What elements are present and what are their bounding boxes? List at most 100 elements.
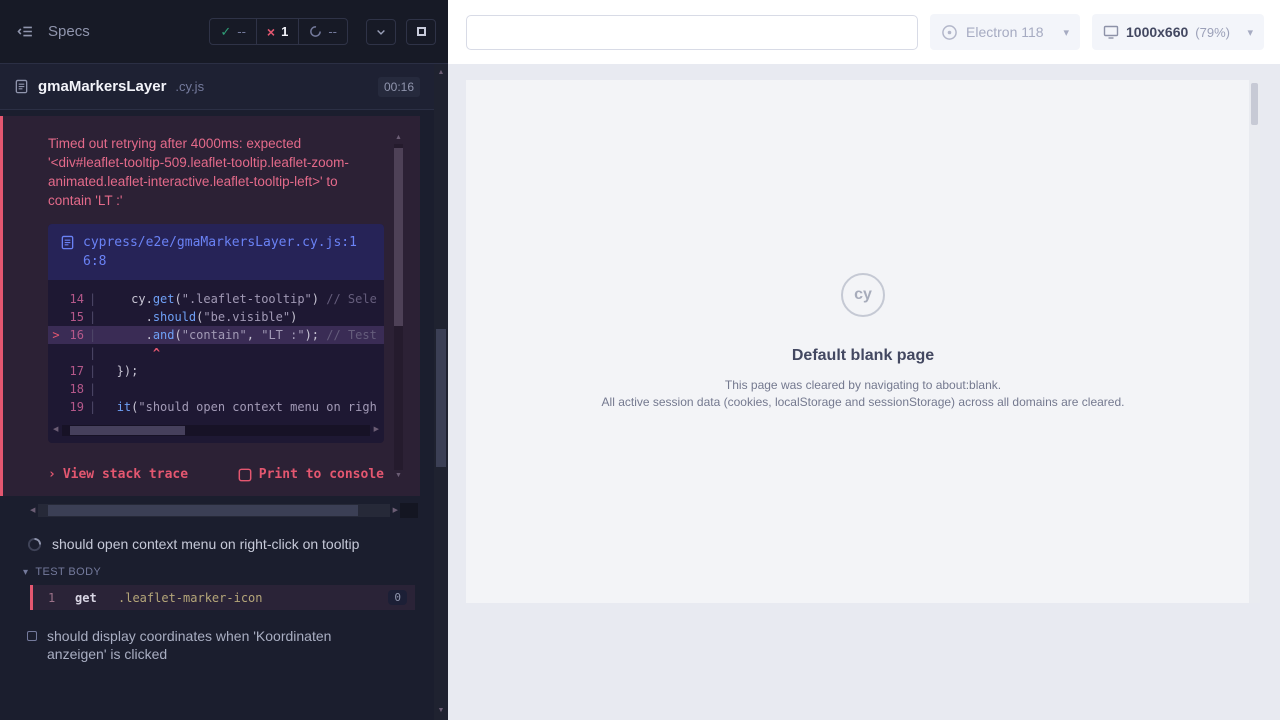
scrollbar-thumb[interactable]: [1251, 83, 1258, 125]
test-body-toggle[interactable]: ▾ TEST BODY: [0, 563, 434, 583]
passed-count: --: [237, 24, 246, 39]
chevron-down-icon: ▾: [1247, 26, 1253, 39]
browser-selector[interactable]: Electron 118 ▾: [930, 14, 1080, 50]
scrollbar-thumb[interactable]: [48, 505, 357, 516]
scroll-down-icon[interactable]: ▼: [395, 470, 402, 482]
test-stats: ✓ -- × 1 --: [209, 18, 348, 45]
scroll-up-icon[interactable]: ▲: [395, 132, 402, 144]
pending-icon: [309, 25, 322, 38]
viewport-size: 1000x660: [1126, 24, 1188, 40]
chevron-down-icon: [375, 26, 387, 38]
collapse-tests-button[interactable]: [366, 19, 396, 45]
scrollbar-track[interactable]: [394, 144, 403, 470]
reporter-header: Specs ✓ -- × 1 --: [0, 0, 448, 64]
code-frame-file-link[interactable]: cypress/e2e/gmaMarkersLayer.cy.js:16:8: [83, 233, 372, 271]
scrollbar-track[interactable]: [434, 79, 448, 705]
scroll-left-icon[interactable]: ◀: [53, 424, 58, 436]
command-log-entry[interactable]: 1 get .leaflet-marker-icon 0: [30, 585, 415, 610]
fail-icon: ×: [267, 24, 275, 40]
reporter-body: Timed out retrying after 4000ms: expecte…: [0, 116, 434, 673]
electron-browser-icon: [941, 24, 958, 41]
test-title: should display coordinates when 'Koordin…: [47, 627, 387, 663]
scroll-left-icon[interactable]: ◀: [30, 505, 35, 517]
spec-extension: .cy.js: [175, 79, 204, 94]
command-method: get: [75, 591, 118, 605]
specs-menu-icon[interactable]: [12, 19, 38, 45]
chevron-down-icon: ▾: [23, 567, 28, 578]
aut-panel: Electron 118 ▾ 1000x660 (79%) ▾ cy Defau…: [448, 0, 1280, 720]
test-title: should open context menu on right-click …: [52, 535, 359, 553]
stop-icon: [417, 27, 426, 36]
code-snippet: 14| cy.get(".leaflet-tooltip") // Sele15…: [48, 280, 384, 420]
scrollbar-track[interactable]: [62, 425, 369, 436]
queued-test-icon: [27, 631, 37, 641]
command-count-badge: 0: [388, 590, 407, 605]
stat-failed: × 1: [256, 19, 298, 44]
viewport-info[interactable]: 1000x660 (79%) ▾: [1092, 14, 1264, 50]
specs-list-icon: [17, 23, 34, 40]
spinner-icon: [27, 537, 42, 552]
console-icon: [238, 468, 252, 482]
blank-page-line-2: All active session data (cookies, localS…: [602, 394, 1125, 411]
scrollbar-thumb[interactable]: [436, 329, 446, 467]
reporter-scrollbar-vertical[interactable]: ▲ ▼: [434, 64, 448, 720]
scroll-right-icon[interactable]: ▶: [374, 424, 379, 436]
code-line: >16| .and("contain", "LT :"); // Test: [48, 326, 384, 344]
test-item-running[interactable]: should open context menu on right-click …: [0, 522, 434, 563]
aut-toolbar: Electron 118 ▾ 1000x660 (79%) ▾: [448, 0, 1280, 64]
scrollbar-thumb[interactable]: [70, 426, 185, 435]
address-bar[interactable]: [466, 15, 918, 50]
error-actions: › View stack trace Print to console: [48, 467, 384, 482]
print-to-console-button[interactable]: Print to console: [238, 467, 384, 482]
blank-page-line-1: This page was cleared by navigating to a…: [725, 377, 1001, 394]
cypress-runner: Specs ✓ -- × 1 --: [0, 0, 1280, 720]
aut-iframe: cy Default blank page This page was clea…: [466, 80, 1260, 603]
blank-page-title: Default blank page: [792, 347, 934, 365]
scroll-up-icon[interactable]: ▲: [438, 67, 445, 79]
code-line: 19| it("should open context menu on righ: [48, 398, 384, 416]
code-frame: cypress/e2e/gmaMarkersLayer.cy.js:16:8 1…: [48, 224, 384, 443]
cypress-logo: cy: [841, 273, 885, 317]
scrollbar-thumb[interactable]: [394, 148, 403, 326]
view-stack-trace-link[interactable]: › View stack trace: [48, 467, 188, 482]
code-line: 17| });: [48, 362, 384, 380]
scrollbar-corner: [400, 503, 418, 518]
pending-count: --: [328, 24, 337, 39]
spec-file-icon: [14, 79, 29, 94]
viewport-icon: [1103, 24, 1119, 40]
code-line: 15| .should("be.visible"): [48, 308, 384, 326]
file-icon: [60, 235, 75, 250]
command-number: 1: [48, 591, 75, 605]
check-icon: ✓: [220, 24, 231, 40]
command-message: .leaflet-marker-icon: [118, 591, 388, 605]
chevron-right-icon: ›: [48, 467, 56, 482]
error-scrollbar-vertical[interactable]: ▲ ▼: [392, 132, 405, 482]
aut-stage: cy Default blank page This page was clea…: [448, 64, 1280, 720]
aut-scrollbar-vertical[interactable]: [1249, 80, 1260, 603]
code-scrollbar-horizontal[interactable]: ◀ ▶: [53, 423, 379, 437]
spec-duration: 00:16: [378, 77, 420, 97]
spec-name: gmaMarkersLayer: [38, 78, 166, 95]
reporter-sidebar: Specs ✓ -- × 1 --: [0, 0, 448, 720]
view-stack-trace-label: View stack trace: [63, 467, 188, 482]
chevron-down-icon: ▾: [1063, 26, 1069, 39]
scroll-right-icon[interactable]: ▶: [393, 505, 398, 517]
code-line: 18|: [48, 380, 384, 398]
code-line: | ^: [48, 344, 384, 362]
test-body-label: TEST BODY: [35, 566, 101, 578]
scroll-down-icon[interactable]: ▼: [438, 705, 445, 717]
failed-count: 1: [281, 24, 288, 39]
error-scrollbar-horizontal[interactable]: ◀ ▶: [30, 503, 418, 518]
stat-pending: --: [298, 19, 347, 44]
print-to-console-label: Print to console: [259, 467, 384, 482]
scrollbar-track[interactable]: [38, 504, 389, 517]
stat-passed: ✓ --: [210, 19, 256, 44]
viewport-zoom: (79%): [1195, 25, 1230, 40]
error-message: Timed out retrying after 4000ms: expecte…: [48, 134, 374, 210]
test-item-pending[interactable]: should display coordinates when 'Koordin…: [0, 614, 434, 673]
stop-button[interactable]: [406, 19, 436, 45]
specs-label: Specs: [48, 23, 90, 40]
spec-header[interactable]: gmaMarkersLayer .cy.js 00:16: [0, 64, 434, 110]
code-line: 14| cy.get(".leaflet-tooltip") // Sele: [48, 290, 384, 308]
code-frame-header: cypress/e2e/gmaMarkersLayer.cy.js:16:8: [48, 224, 384, 280]
